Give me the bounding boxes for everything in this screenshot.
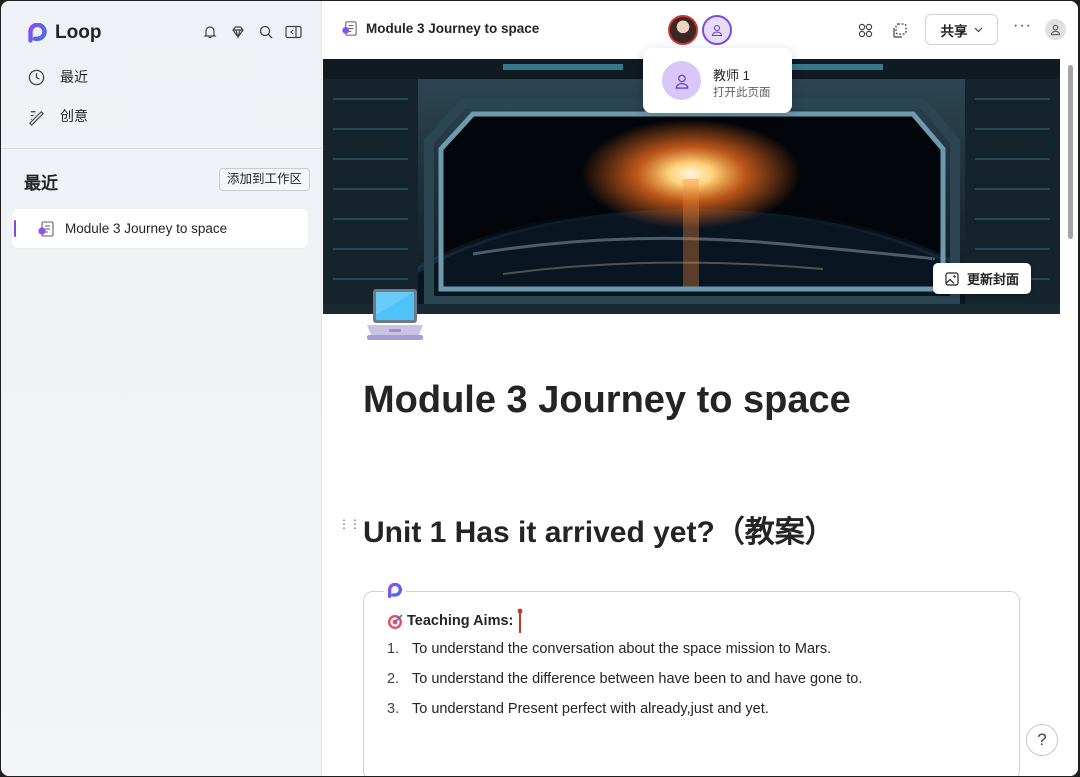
ideas-icon bbox=[29, 110, 44, 126]
doc-title: Module 3 Journey to space bbox=[366, 21, 540, 36]
profile-avatar[interactable] bbox=[1045, 19, 1066, 40]
tooltip-avatar[interactable] bbox=[662, 61, 701, 100]
selection-indicator bbox=[14, 220, 16, 237]
copy-component-icon[interactable] bbox=[889, 20, 909, 40]
loop-page-icon bbox=[38, 220, 54, 237]
update-cover-button[interactable]: 更新封面 bbox=[933, 263, 1032, 294]
image-icon bbox=[945, 271, 959, 286]
diamond-icon[interactable] bbox=[229, 23, 246, 40]
person-icon bbox=[675, 74, 688, 89]
app-name: Loop bbox=[55, 22, 102, 43]
nav-recent-label: 最近 bbox=[60, 69, 88, 85]
breadcrumb[interactable]: Module 3 Journey to space bbox=[341, 20, 539, 37]
list-item[interactable]: 3. To understand Present perfect with alr… bbox=[387, 701, 862, 731]
nav-ideas-label: 创意 bbox=[60, 108, 88, 124]
drag-handle-icon[interactable]: ⋮⋮ bbox=[338, 518, 361, 530]
recent-section-title: 最近 bbox=[24, 174, 58, 193]
bell-icon[interactable] bbox=[201, 23, 218, 40]
teaching-aims-list: 1. To understand the conversation about t… bbox=[387, 641, 862, 731]
nav-recent[interactable]: 最近 bbox=[27, 67, 88, 87]
chevron-down-icon bbox=[974, 27, 982, 32]
recent-item-label: Module 3 Journey to space bbox=[65, 221, 228, 236]
share-label: 共享 bbox=[940, 23, 968, 39]
recent-item-module3[interactable]: Module 3 Journey to space bbox=[12, 209, 308, 248]
collaborator-avatar-teacher[interactable] bbox=[702, 15, 732, 45]
clock-icon bbox=[28, 69, 45, 85]
teaching-aims-label: Teaching Aims: bbox=[407, 613, 514, 629]
person-icon bbox=[1050, 24, 1061, 36]
sidebar-divider bbox=[1, 148, 322, 149]
search-icon[interactable] bbox=[257, 23, 274, 40]
loop-logo-icon bbox=[384, 581, 406, 601]
list-item[interactable]: 2. To understand the difference between h… bbox=[387, 671, 862, 701]
sidebar: Loop 最近 创意 最近 添加到工作区 Module 3 Journey to… bbox=[1, 1, 322, 776]
collaborator-avatar-photo[interactable] bbox=[668, 15, 698, 45]
apps-icon[interactable] bbox=[855, 20, 875, 40]
collapse-sidebar-icon[interactable] bbox=[285, 23, 302, 40]
app-brand[interactable]: Loop bbox=[27, 22, 101, 44]
laptop-icon[interactable] bbox=[365, 287, 425, 345]
collaborator-tooltip: 教师 1 打开此页面 bbox=[643, 48, 792, 113]
text-cursor-icon bbox=[517, 608, 523, 633]
page-title[interactable]: Module 3 Journey to space bbox=[363, 379, 851, 422]
add-to-workspace-button[interactable]: 添加到工作区 bbox=[219, 168, 311, 191]
loop-page-icon bbox=[342, 21, 357, 36]
open-page-link[interactable]: 打开此页面 bbox=[713, 84, 771, 100]
update-cover-label: 更新封面 bbox=[967, 272, 1020, 287]
help-button[interactable]: ? bbox=[1026, 724, 1058, 756]
more-options-button[interactable]: ··· bbox=[1013, 17, 1032, 35]
nav-ideas[interactable]: 创意 bbox=[27, 106, 88, 126]
tooltip-name: 教师 1 bbox=[713, 68, 750, 83]
sidebar-toolbar bbox=[201, 23, 302, 40]
list-item[interactable]: 1. To understand the conversation about t… bbox=[387, 641, 862, 671]
scrollbar-thumb[interactable] bbox=[1068, 65, 1073, 239]
unit-heading[interactable]: Unit 1 Has it arrived yet?（教案） bbox=[363, 507, 835, 551]
target-icon bbox=[388, 613, 403, 629]
share-button[interactable]: 共享 bbox=[925, 14, 998, 45]
person-icon bbox=[711, 24, 723, 37]
loop-window: Loop 最近 创意 最近 添加到工作区 Module 3 Journey to… bbox=[1, 1, 1078, 776]
loop-logo-icon bbox=[28, 22, 47, 43]
teaching-aims-heading: Teaching Aims: bbox=[387, 608, 524, 634]
